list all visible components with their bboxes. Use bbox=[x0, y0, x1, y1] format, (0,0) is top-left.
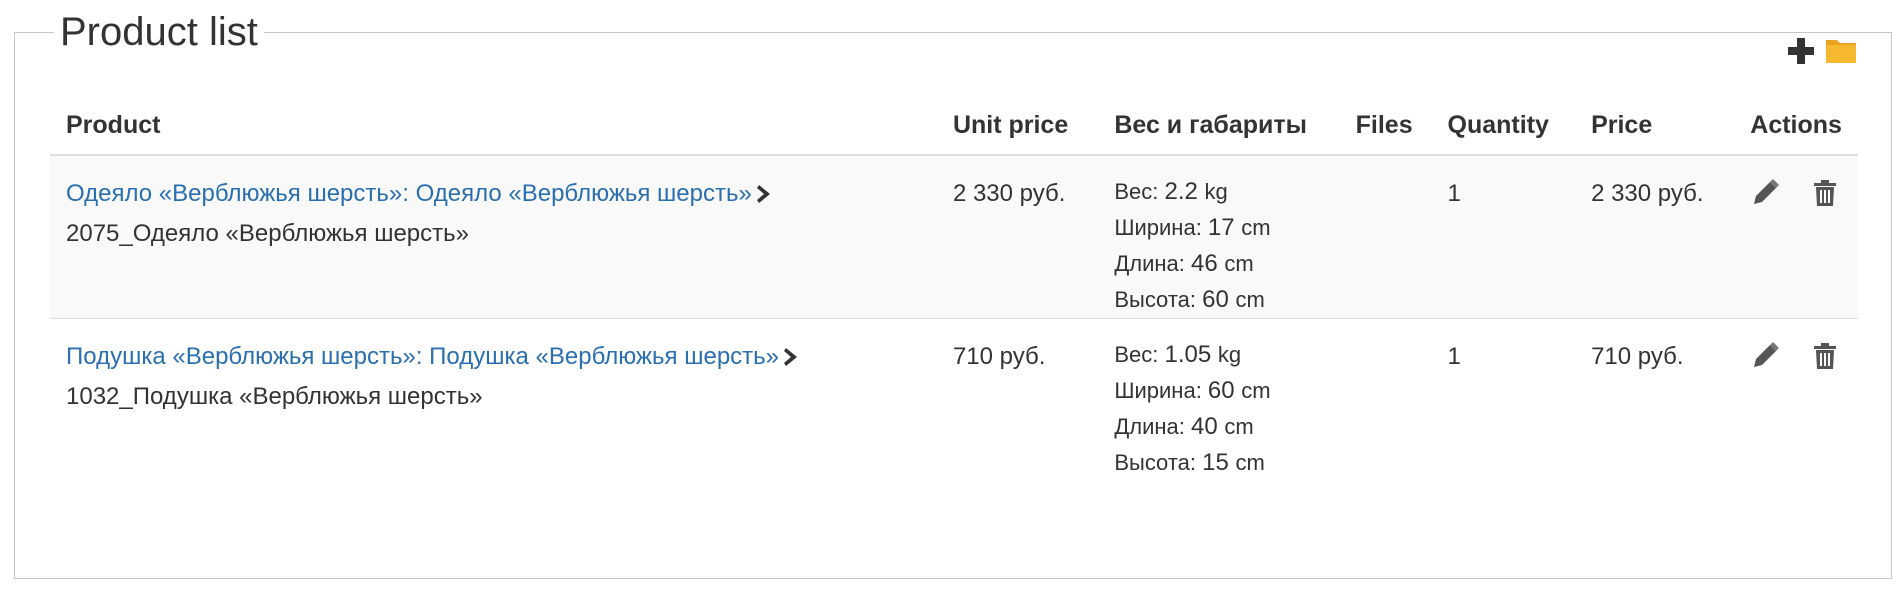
pencil-icon[interactable] bbox=[1750, 341, 1780, 371]
table-row: Одеяло «Верблюжья шерсть»: Одеяло «Вербл… bbox=[50, 154, 1858, 319]
product-table: Product Unit price Вес и габариты Files … bbox=[50, 96, 1858, 493]
width-label: Ширина: bbox=[1114, 378, 1208, 403]
length-label: Длина: bbox=[1114, 251, 1191, 276]
weight-line: Вес: 2.2 kg bbox=[1114, 174, 1323, 210]
weight-unit: kg bbox=[1204, 179, 1228, 204]
weight-unit: kg bbox=[1217, 342, 1242, 367]
pencil-icon[interactable] bbox=[1750, 178, 1780, 208]
weight-label: Вес: bbox=[1114, 342, 1165, 367]
chevron-right-icon[interactable] bbox=[783, 341, 801, 366]
price-cell: 2 330 руб. bbox=[1575, 154, 1735, 319]
column-header-unit-price: Unit price bbox=[936, 96, 1099, 156]
quantity-cell: 1 bbox=[1431, 318, 1576, 493]
table-header-row: Product Unit price Вес и габариты Files … bbox=[50, 96, 1858, 156]
width-unit: cm bbox=[1241, 378, 1271, 403]
weight-line: Вес: 1.05 kg bbox=[1114, 337, 1323, 373]
product-sku: 2075_Одеяло «Верблюжья шерсть» bbox=[66, 220, 469, 247]
trash-icon[interactable] bbox=[1810, 178, 1840, 208]
unit-price-cell: 710 руб. bbox=[936, 318, 1099, 493]
trash-icon[interactable] bbox=[1810, 341, 1840, 371]
weight-label: Вес: bbox=[1114, 179, 1165, 204]
actions-cell bbox=[1734, 318, 1858, 493]
length-value: 40 bbox=[1190, 413, 1225, 440]
product-cell: Подушка «Верблюжья шерсть»: Подушка «Вер… bbox=[50, 318, 937, 493]
length-line: Длина: 46 cm bbox=[1114, 246, 1323, 282]
column-header-dims: Вес и габариты bbox=[1098, 96, 1340, 156]
width-value: 17 bbox=[1207, 214, 1242, 241]
dims-cell: Вес: 1.05 kg Ширина: 60 cm Длина: 40 cm … bbox=[1098, 318, 1340, 493]
length-unit: cm bbox=[1224, 414, 1254, 439]
height-line: Высота: 60 cm bbox=[1114, 282, 1323, 318]
column-header-price: Price bbox=[1575, 96, 1735, 156]
dims-cell: Вес: 2.2 kg Ширина: 17 cm Длина: 46 cm В… bbox=[1098, 154, 1340, 319]
plus-icon[interactable] bbox=[1786, 36, 1816, 66]
height-line: Высота: 15 cm bbox=[1114, 445, 1323, 481]
panel-toolbar bbox=[1786, 34, 1860, 68]
height-unit: cm bbox=[1235, 450, 1265, 475]
price-cell: 710 руб. bbox=[1575, 318, 1735, 493]
length-unit: cm bbox=[1224, 251, 1254, 276]
height-label: Высота: bbox=[1114, 450, 1203, 475]
chevron-right-icon[interactable] bbox=[756, 178, 774, 203]
width-line: Ширина: 17 cm bbox=[1114, 210, 1323, 246]
column-header-actions: Actions bbox=[1734, 96, 1858, 156]
product-cell: Одеяло «Верблюжья шерсть»: Одеяло «Вербл… bbox=[50, 154, 937, 319]
table-row: Подушка «Верблюжья шерсть»: Подушка «Вер… bbox=[50, 318, 1858, 493]
length-value: 46 bbox=[1190, 250, 1225, 277]
length-line: Длина: 40 cm bbox=[1114, 409, 1323, 445]
width-line: Ширина: 60 cm bbox=[1114, 373, 1323, 409]
quantity-cell: 1 bbox=[1431, 154, 1576, 319]
panel-title: Product list bbox=[54, 10, 264, 54]
files-cell bbox=[1339, 318, 1432, 493]
weight-value: 1.05 bbox=[1164, 341, 1218, 368]
height-value: 15 bbox=[1202, 449, 1236, 476]
height-label: Высота: bbox=[1114, 287, 1203, 312]
product-link[interactable]: Подушка «Верблюжья шерсть»: Подушка «Вер… bbox=[66, 343, 779, 370]
width-unit: cm bbox=[1241, 215, 1271, 240]
width-value: 60 bbox=[1207, 377, 1242, 404]
files-cell bbox=[1339, 154, 1432, 319]
column-header-files: Files bbox=[1339, 96, 1432, 156]
actions-cell bbox=[1734, 154, 1858, 319]
length-label: Длина: bbox=[1114, 414, 1191, 439]
width-label: Ширина: bbox=[1114, 215, 1208, 240]
folder-icon[interactable] bbox=[1824, 34, 1858, 66]
product-link[interactable]: Одеяло «Верблюжья шерсть»: Одеяло «Вербл… bbox=[66, 180, 752, 207]
height-unit: cm bbox=[1235, 287, 1265, 312]
product-sku: 1032_Подушка «Верблюжья шерсть» bbox=[66, 383, 483, 410]
column-header-product: Product bbox=[50, 96, 937, 156]
column-header-quantity: Quantity bbox=[1431, 96, 1576, 156]
unit-price-cell: 2 330 руб. bbox=[936, 154, 1099, 319]
weight-value: 2.2 bbox=[1164, 178, 1205, 205]
height-value: 60 bbox=[1202, 286, 1236, 313]
